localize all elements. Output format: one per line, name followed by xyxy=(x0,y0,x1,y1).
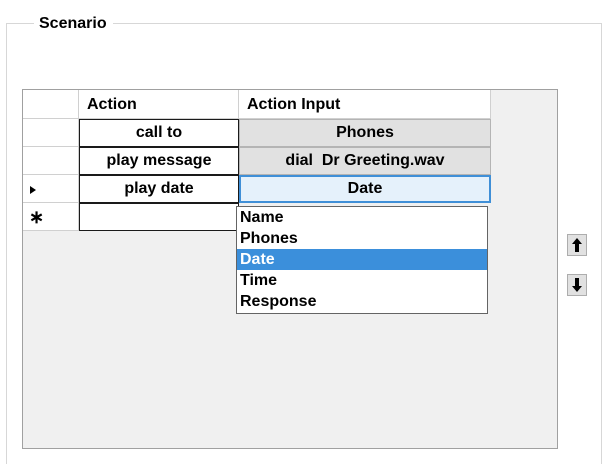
move-up-button[interactable] xyxy=(567,234,587,256)
move-down-button[interactable] xyxy=(567,274,587,296)
action-cell[interactable]: play message xyxy=(79,147,239,175)
row-header-new[interactable]: ∗ xyxy=(23,203,79,231)
action-input-cell[interactable]: Phones xyxy=(239,119,491,147)
dropdown-option-phones[interactable]: Phones xyxy=(237,228,487,249)
dropdown-option-name[interactable]: Name xyxy=(237,207,487,228)
dropdown-option-response[interactable]: Response xyxy=(237,291,487,312)
action-cell-new[interactable] xyxy=(79,203,239,231)
group-title: Scenario xyxy=(34,15,113,33)
column-header-action[interactable]: Action xyxy=(79,90,239,119)
arrow-down-icon xyxy=(568,275,586,295)
action-cell[interactable]: play date xyxy=(79,175,239,203)
action-input-cell[interactable]: dial Dr Greeting.wav xyxy=(239,147,491,175)
action-input-combobox[interactable]: Date xyxy=(239,175,491,203)
action-input-dropdown-list[interactable]: Name Phones Date Time Response xyxy=(236,206,488,314)
column-header-action-input[interactable]: Action Input xyxy=(239,90,491,119)
row-header[interactable] xyxy=(23,119,79,147)
row-header-current[interactable] xyxy=(23,175,79,203)
dropdown-option-time[interactable]: Time xyxy=(237,270,487,291)
row-header[interactable] xyxy=(23,147,79,175)
action-cell[interactable]: call to xyxy=(79,119,239,147)
arrow-up-icon xyxy=(568,235,586,255)
corner-header xyxy=(23,90,79,119)
dropdown-option-date[interactable]: Date xyxy=(237,249,487,270)
current-row-arrow-icon xyxy=(29,181,37,196)
new-row-asterisk-icon: ∗ xyxy=(29,207,45,227)
